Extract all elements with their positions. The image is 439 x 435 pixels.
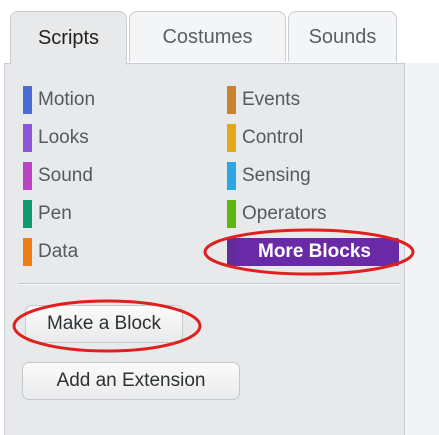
- category-label: Events: [242, 89, 301, 110]
- category-color-swatch: [23, 200, 32, 228]
- category-data[interactable]: Data: [23, 238, 78, 266]
- category-label: Sound: [38, 165, 93, 186]
- category-looks[interactable]: Looks: [23, 124, 89, 152]
- category-label: Operators: [242, 203, 327, 224]
- category-color-swatch: [227, 238, 236, 266]
- scripts-area-edge: [404, 63, 439, 435]
- add-extension-button[interactable]: Add an Extension: [22, 362, 240, 400]
- category-motion[interactable]: Motion: [23, 86, 95, 114]
- category-label: Motion: [38, 89, 96, 110]
- category-label: Data: [38, 241, 79, 262]
- category-label: Control: [242, 127, 304, 148]
- category-color-swatch: [227, 200, 236, 228]
- category-label: Sensing: [242, 165, 311, 186]
- category-label: Looks: [38, 127, 89, 148]
- category-label: More Blocks: [258, 241, 371, 262]
- tab-scripts[interactable]: Scripts: [10, 11, 127, 65]
- category-color-swatch: [23, 86, 32, 114]
- category-color-swatch: [227, 162, 236, 190]
- category-sound[interactable]: Sound: [23, 162, 93, 190]
- category-more-blocks[interactable]: More Blocks: [227, 238, 399, 266]
- category-color-swatch: [23, 238, 32, 266]
- category-color-swatch: [23, 162, 32, 190]
- category-color-swatch: [227, 86, 236, 114]
- category-color-swatch: [23, 124, 32, 152]
- category-operators[interactable]: Operators: [227, 200, 326, 228]
- category-color-swatch: [227, 124, 236, 152]
- palette-divider: [18, 283, 400, 285]
- category-events[interactable]: Events: [227, 86, 300, 114]
- add-extension-label: Add an Extension: [56, 370, 206, 391]
- tab-sounds-label: Sounds: [308, 25, 377, 48]
- category-sensing[interactable]: Sensing: [227, 162, 311, 190]
- make-a-block-button[interactable]: Make a Block: [25, 305, 183, 343]
- tab-sounds[interactable]: Sounds: [288, 11, 397, 62]
- tab-scripts-label: Scripts: [37, 27, 100, 49]
- make-a-block-label: Make a Block: [46, 313, 162, 334]
- tab-costumes[interactable]: Costumes: [129, 11, 286, 62]
- category-label: Pen: [38, 203, 72, 224]
- category-control[interactable]: Control: [227, 124, 303, 152]
- category-pen[interactable]: Pen: [23, 200, 72, 228]
- tab-costumes-label: Costumes: [162, 25, 253, 48]
